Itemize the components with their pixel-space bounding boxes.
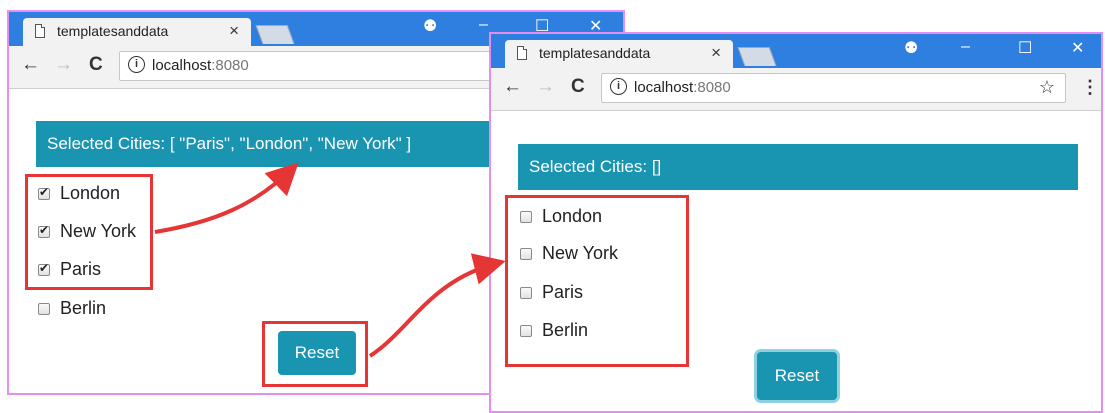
arrow-to-right-window — [368, 253, 506, 358]
arrow-to-header — [154, 162, 299, 234]
annotation-arrows — [154, 162, 506, 358]
